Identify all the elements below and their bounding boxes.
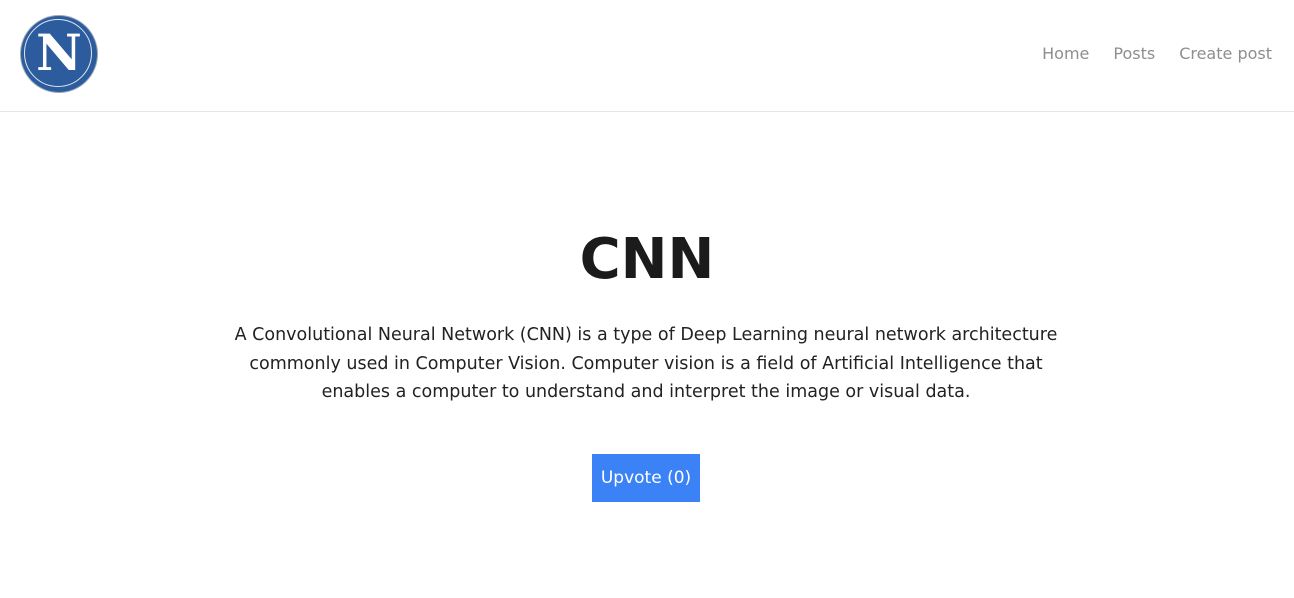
upvote-button[interactable]: Upvote (0) [592, 454, 700, 502]
nav-home-link[interactable]: Home [1042, 44, 1089, 63]
navbar: N Home Posts Create post [0, 0, 1294, 112]
post-title: CNN [579, 227, 715, 292]
nav-create-post-link[interactable]: Create post [1179, 44, 1272, 63]
post-body: A Convolutional Neural Network (CNN) is … [234, 325, 1058, 403]
nav-posts-link[interactable]: Posts [1113, 44, 1155, 63]
nav-links: Home Posts Create post [1042, 44, 1272, 63]
logo-ring [24, 19, 92, 87]
site-logo[interactable]: N [21, 16, 97, 92]
